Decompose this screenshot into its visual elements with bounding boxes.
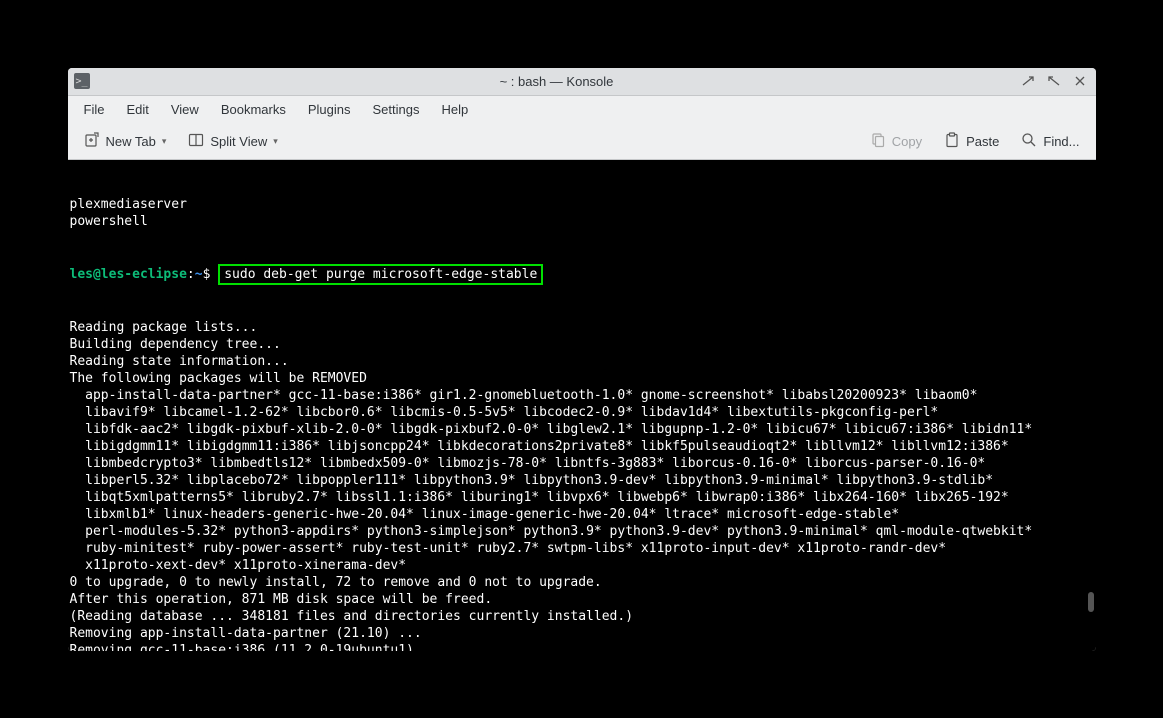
terminal-line: libmbedcrypto3* libmbedtls12* libmbedx50…: [70, 455, 1094, 472]
copy-button[interactable]: Copy: [862, 128, 930, 155]
terminal-line: (Reading database ... 348181 files and d…: [70, 608, 1094, 625]
split-view-button[interactable]: Split View ▾: [180, 128, 285, 155]
new-tab-button[interactable]: New Tab ▾: [76, 128, 175, 155]
terminal-icon: >_: [74, 73, 90, 89]
terminal-line: libperl5.32* libplacebo72* libpoppler111…: [70, 472, 1094, 489]
split-view-icon: [188, 132, 204, 151]
terminal-line: app-install-data-partner* gcc-11-base:i3…: [70, 387, 1094, 404]
copy-icon: [870, 132, 886, 151]
find-label: Find...: [1043, 134, 1079, 149]
terminal-line: The following packages will be REMOVED: [70, 370, 1094, 387]
terminal-line: libfdk-aac2* libgdk-pixbuf-xlib-2.0-0* l…: [70, 421, 1094, 438]
new-tab-label: New Tab: [106, 134, 156, 149]
close-button[interactable]: [1070, 71, 1090, 91]
menu-settings[interactable]: Settings: [362, 98, 429, 121]
terminal-line: Removing app-install-data-partner (21.10…: [70, 625, 1094, 642]
terminal-line: 0 to upgrade, 0 to newly install, 72 to …: [70, 574, 1094, 591]
terminal-line: Reading state information...: [70, 353, 1094, 370]
new-tab-icon: [84, 132, 100, 151]
terminal-line: plexmediaserver: [70, 196, 1094, 213]
titlebar[interactable]: >_ ~ : bash — Konsole: [68, 68, 1096, 96]
chevron-down-icon: ▾: [162, 136, 167, 147]
prompt-path: ~: [195, 267, 203, 282]
terminal-line: Reading package lists...: [70, 319, 1094, 336]
menu-view[interactable]: View: [161, 98, 209, 121]
terminal-line: perl-modules-5.32* python3-appdirs* pyth…: [70, 523, 1094, 540]
menu-help[interactable]: Help: [431, 98, 478, 121]
prompt-symbol: $: [203, 267, 211, 282]
split-view-label: Split View: [210, 134, 267, 149]
paste-icon: [944, 132, 960, 151]
scrollbar[interactable]: [1086, 160, 1094, 651]
prompt-user-host: les@les-eclipse: [70, 267, 187, 282]
terminal-line: libqt5xmlpatterns5* libruby2.7* libssl1.…: [70, 489, 1094, 506]
menu-plugins[interactable]: Plugins: [298, 98, 361, 121]
copy-label: Copy: [892, 134, 922, 149]
terminal-line: libigdgmm11* libigdgmm11:i386* libjsoncp…: [70, 438, 1094, 455]
app-window: >_ ~ : bash — Konsole File Edit View Boo…: [68, 68, 1096, 651]
menu-bookmarks[interactable]: Bookmarks: [211, 98, 296, 121]
prompt-colon: :: [187, 267, 195, 282]
terminal-line: x11proto-xext-dev* x11proto-xinerama-dev…: [70, 557, 1094, 574]
command-highlight: sudo deb-get purge microsoft-edge-stable: [218, 264, 543, 285]
maximize-button[interactable]: [1044, 71, 1064, 91]
toolbar: New Tab ▾ Split View ▾ Copy Paste Find..…: [68, 124, 1096, 160]
paste-label: Paste: [966, 134, 999, 149]
scroll-thumb[interactable]: [1088, 592, 1094, 612]
window-title: ~ : bash — Konsole: [96, 74, 1018, 89]
menu-edit[interactable]: Edit: [116, 98, 158, 121]
command-text: sudo deb-get purge microsoft-edge-stable: [224, 267, 537, 282]
paste-button[interactable]: Paste: [936, 128, 1007, 155]
menu-file[interactable]: File: [74, 98, 115, 121]
terminal-line: Removing gcc-11-base:i386 (11.2.0-19ubun…: [70, 642, 1094, 651]
find-button[interactable]: Find...: [1013, 128, 1087, 155]
chevron-down-icon: ▾: [273, 136, 278, 147]
minimize-button[interactable]: [1018, 71, 1038, 91]
menubar: File Edit View Bookmarks Plugins Setting…: [68, 96, 1096, 124]
prompt-line: les@les-eclipse:~$ sudo deb-get purge mi…: [70, 264, 1094, 285]
terminal-line: libavif9* libcamel-1.2-62* libcbor0.6* l…: [70, 404, 1094, 421]
terminal-line: libxmlb1* linux-headers-generic-hwe-20.0…: [70, 506, 1094, 523]
terminal-line: powershell: [70, 213, 1094, 230]
terminal-area[interactable]: plexmediaserverpowershell les@les-eclips…: [68, 160, 1096, 651]
terminal-line: ruby-minitest* ruby-power-assert* ruby-t…: [70, 540, 1094, 557]
terminal-line: After this operation, 871 MB disk space …: [70, 591, 1094, 608]
terminal-line: Building dependency tree...: [70, 336, 1094, 353]
search-icon: [1021, 132, 1037, 151]
window-controls: [1018, 71, 1090, 91]
